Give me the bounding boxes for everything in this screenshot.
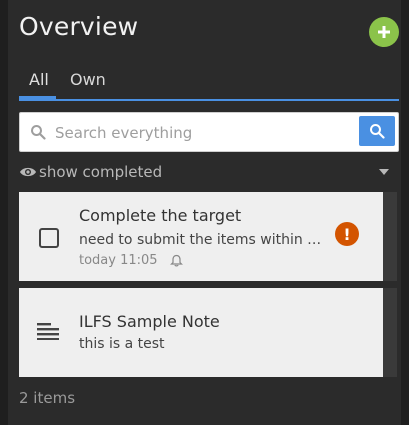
item-count: 2 items	[19, 389, 76, 407]
search-button[interactable]	[359, 116, 395, 146]
right-border	[401, 0, 409, 425]
item-title: Complete the target	[79, 206, 242, 225]
show-completed-toggle[interactable]: show completed	[19, 161, 391, 185]
page-title: Overview	[19, 12, 139, 41]
overview-panel: Overview All Own show compl	[0, 0, 409, 425]
item-side-bar	[383, 288, 397, 377]
tab-bar: All Own	[19, 66, 399, 102]
search-input[interactable]	[53, 113, 357, 153]
show-completed-label: show completed	[39, 163, 163, 181]
item-title: ILFS Sample Note	[79, 312, 220, 331]
add-button[interactable]	[369, 17, 399, 47]
tab-underline	[19, 99, 399, 101]
item-due-time: today 11:05	[79, 253, 158, 268]
note-icon	[37, 323, 59, 340]
item-side-bar	[383, 192, 397, 281]
search-icon	[31, 125, 46, 140]
tab-all[interactable]: All	[29, 70, 49, 89]
left-border	[0, 0, 8, 425]
tab-own[interactable]: Own	[70, 70, 106, 89]
list-item[interactable]: Complete the target need to submit the i…	[19, 192, 383, 281]
list-item[interactable]: ILFS Sample Note this is a test	[19, 288, 383, 377]
search-bar	[19, 112, 399, 153]
item-subtitle: this is a test	[79, 336, 165, 352]
plus-icon	[378, 26, 390, 38]
chevron-down-icon[interactable]	[379, 169, 389, 175]
alert-icon: !	[335, 222, 359, 246]
eye-icon	[20, 167, 36, 177]
bell-icon	[170, 254, 183, 267]
complete-checkbox[interactable]	[39, 228, 59, 248]
item-subtitle: need to submit the items within …	[79, 232, 322, 248]
search-icon	[370, 124, 385, 139]
